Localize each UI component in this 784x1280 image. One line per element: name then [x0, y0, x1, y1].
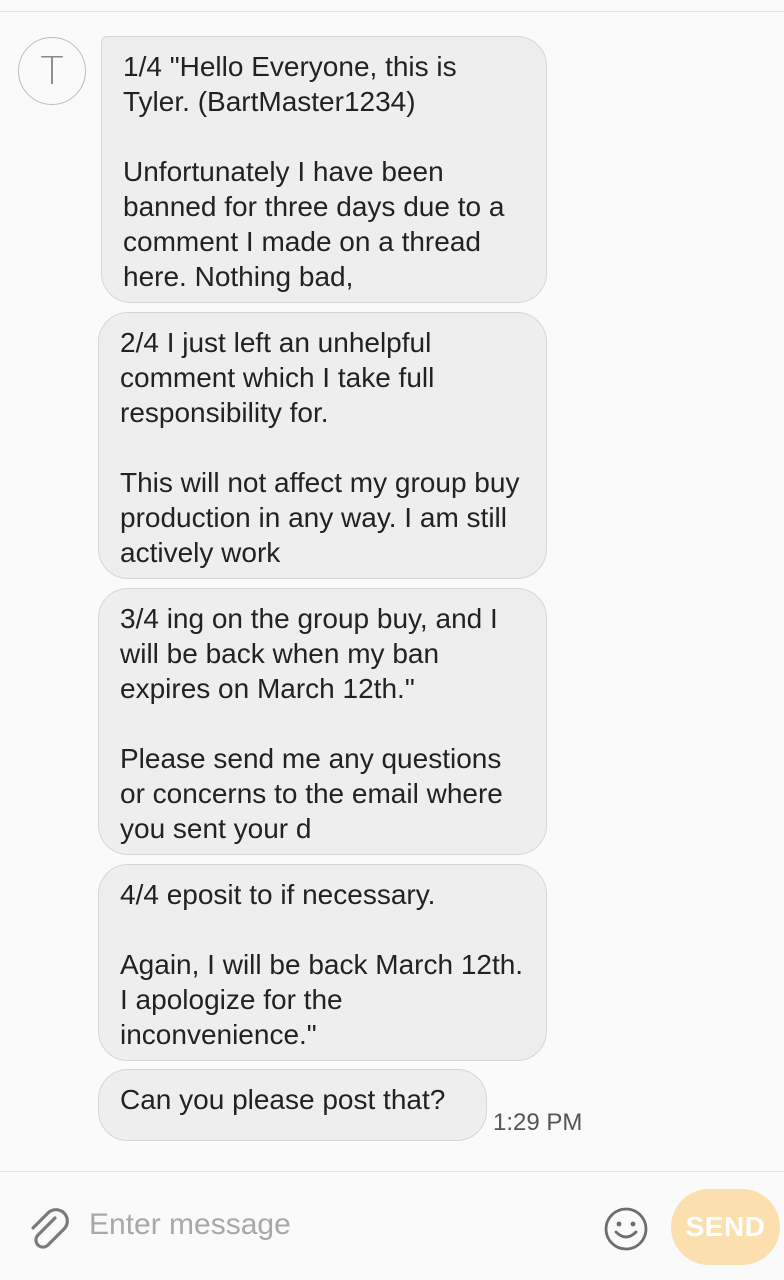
- message-timestamp: 1:29 PM: [493, 1109, 583, 1136]
- message-bubble[interactable]: 1/4 "Hello Everyone, this is Tyler. (Bar…: [101, 36, 547, 303]
- avatar[interactable]: T: [18, 37, 86, 105]
- send-button[interactable]: SEND: [671, 1189, 780, 1265]
- message-input[interactable]: [89, 1202, 589, 1248]
- paperclip-icon[interactable]: [24, 1205, 74, 1255]
- message-bubble[interactable]: 2/4 I just left an unhelpful comment whi…: [98, 312, 547, 579]
- message-bubble[interactable]: 4/4 eposit to if necessary. Again, I wil…: [98, 864, 547, 1061]
- message-bubble[interactable]: 3/4 ing on the group buy, and I will be …: [98, 588, 547, 855]
- avatar-initial: T: [40, 49, 64, 93]
- message-bubble[interactable]: Can you please post that?: [98, 1069, 487, 1141]
- message-composer: SEND: [0, 1171, 784, 1280]
- smiley-icon[interactable]: [602, 1205, 650, 1253]
- top-divider: [0, 11, 784, 12]
